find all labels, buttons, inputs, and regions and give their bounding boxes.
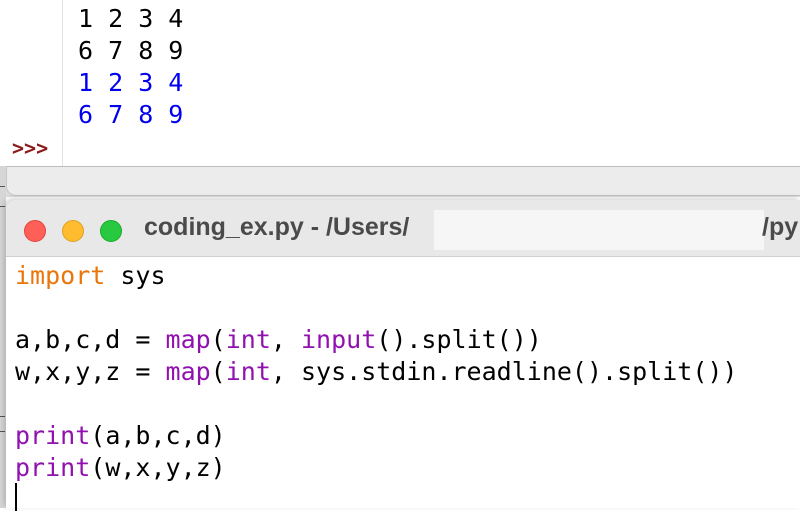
code-token-builtin: input [301,325,377,354]
editor-title-bar[interactable]: coding_ex.py - /Users/ /py [6,200,800,257]
code-token-builtin: int [225,357,271,386]
code-token-plain: ().split()) [376,325,542,354]
code-token-plain: sys [105,261,166,290]
code-token-plain: , sys.stdin.readline().split()) [270,357,738,386]
code-token-builtin: int [225,325,271,354]
maximize-button[interactable] [100,220,122,242]
code-token-plain: w,x,y,z = [15,357,166,386]
shell-stdin-line: 1 2 3 4 [78,4,184,33]
edge-tick [0,431,5,432]
shell-stdout-line: 1 2 3 4 [78,68,184,97]
edge-tick [0,186,5,187]
window-title: coding_ex.py - /Users/ [144,213,410,241]
code-line[interactable]: a,b,c,d = map(int, input().split()) [15,324,737,356]
code-token-plain: (a,b,c,d) [90,421,226,450]
code-token-builtin: map [165,325,211,354]
code-token-keyword: import [15,261,106,290]
code-line[interactable]: import sys [15,260,737,292]
window-title-suffix: /py [762,213,799,241]
python-shell-window: 1 2 3 4 6 7 8 9 1 2 3 4 6 7 8 9 >>> [0,0,800,168]
shell-output: 1 2 3 4 6 7 8 9 1 2 3 4 6 7 8 9 [78,3,183,131]
minimize-button[interactable] [62,220,84,242]
code-token-builtin: map [165,357,211,386]
code-token-plain: , [270,325,301,354]
code-token-plain: (w,x,y,z) [90,453,226,482]
code-token-plain: ( [210,325,226,354]
shell-stdout-line: 6 7 8 9 [78,100,184,129]
edge-tick [0,416,5,417]
text-caret [15,483,17,511]
code-line[interactable]: w,x,y,z = map(int, sys.stdin.readline().… [15,356,737,388]
code-line[interactable]: print(a,b,c,d) [15,420,737,452]
code-editor[interactable]: import sys a,b,c,d = map(int, input().spl… [6,258,800,511]
code-token-builtin: print [15,421,91,450]
code-token-plain: ( [210,357,226,386]
close-button[interactable] [24,220,46,242]
code-lines[interactable]: import sys a,b,c,d = map(int, input().spl… [15,260,737,484]
code-token-plain: a,b,c,d = [15,325,166,354]
editor-window[interactable]: coding_ex.py - /Users/ /py import sys a,b… [6,200,800,511]
code-line[interactable] [15,388,737,420]
shell-window-edge-inner [6,167,800,196]
shell-window-bottom-edge [0,166,800,197]
shell-stdin-line: 6 7 8 9 [78,36,184,65]
code-line[interactable]: print(w,x,y,z) [15,452,737,484]
shell-prompt[interactable]: >>> [12,136,48,160]
code-line[interactable] [15,292,737,324]
redacted-path [434,210,764,250]
code-token-builtin: print [15,453,91,482]
edge-tick [0,206,5,207]
